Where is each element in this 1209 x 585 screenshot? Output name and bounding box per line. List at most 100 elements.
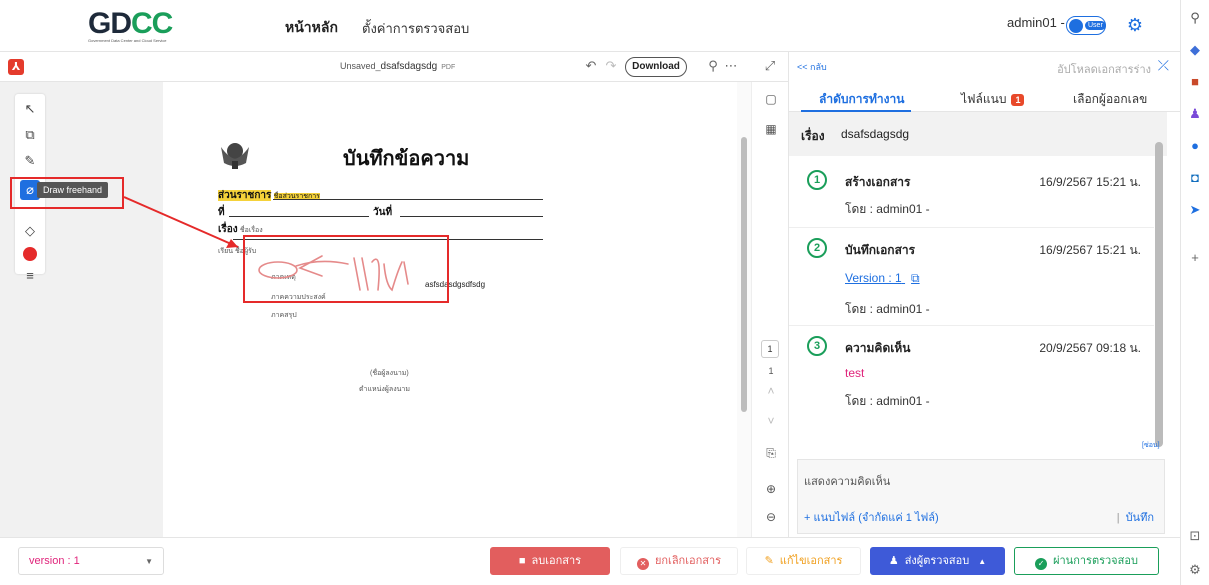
redo-icon[interactable]: ↷	[603, 58, 619, 74]
chevron-down-icon[interactable]: ˅	[762, 412, 780, 430]
comment-box[interactable]: แสดงความคิดเห็น + แนบไฟล์ (จำกัดแค่ 1 ไฟ…	[797, 459, 1165, 534]
doc-name: dsafsdagsdg	[380, 61, 438, 72]
version-link-label: Version : 1	[845, 271, 902, 285]
underline	[229, 216, 369, 217]
attach-file-button[interactable]: + แนบไฟล์ (จำกัดแค่ 1 ไฟล์)	[804, 508, 939, 526]
number-label: ที่	[218, 207, 225, 218]
add-icon[interactable]: +	[1187, 250, 1203, 266]
form-row-department: ส่วนราชการ ชื่อส่วนราชการ	[218, 188, 320, 203]
comment-icon[interactable]: ▢	[762, 90, 780, 108]
step-number: 3	[807, 336, 827, 356]
send-icon[interactable]: ➤	[1187, 202, 1203, 218]
page-settings-icon[interactable]: ⎘	[762, 444, 780, 462]
search-icon[interactable]: ⚲	[1187, 10, 1203, 26]
zoom-out-icon[interactable]: ⊖	[762, 508, 780, 526]
document-page[interactable]: บันทึกข้อความ ส่วนราชการ ชื่อส่วนราชการ …	[163, 82, 737, 537]
gear-icon[interactable]: ⚙	[1125, 15, 1145, 35]
step-by: โดย : admin01 -	[845, 202, 930, 216]
page-scroll-thumb[interactable]	[741, 137, 747, 412]
step-date: 16/9/2567 15:21 น.	[1039, 175, 1141, 189]
search-icon[interactable]: ⚲	[705, 58, 721, 74]
cancel-label: ยกเลิกเอกสาร	[654, 555, 722, 567]
upload-draft-link[interactable]: อัปโหลดเอกสารร่าง	[1057, 60, 1151, 78]
chevron-up-icon: ▲	[978, 557, 987, 566]
logo-text: GDCC	[88, 7, 173, 40]
user-role-toggle[interactable]: User	[1066, 16, 1106, 35]
form-row-date: วันที่	[373, 205, 392, 220]
item-summary: ภาคสรุป	[271, 312, 297, 319]
cancel-icon: ✕	[636, 558, 649, 570]
external-link-icon[interactable]: ⧉	[911, 271, 920, 285]
people-icon[interactable]: ♟	[1187, 106, 1203, 122]
menu-icon[interactable]: ≡	[20, 266, 40, 286]
outlook-icon[interactable]: ◘	[1187, 170, 1203, 186]
grid-icon[interactable]: ▦	[762, 120, 780, 138]
settings-icon[interactable]: ⚙	[1187, 562, 1203, 578]
collapse-icon[interactable]: ⤫	[1158, 57, 1169, 74]
tab-attachments[interactable]: ไฟล์แนบ 1	[961, 90, 1025, 109]
chevron-up-icon[interactable]: ˄	[762, 382, 780, 400]
underline	[273, 199, 543, 200]
garuda-emblem-icon	[221, 143, 249, 169]
eraser-icon[interactable]: ◇	[20, 221, 40, 241]
tab-select-issuer[interactable]: เลือกผู้ออกเลข	[1073, 90, 1147, 109]
step-title: สร้างเอกสาร	[845, 175, 911, 189]
signer-name: (ชื่อผู้ลงนาม)	[370, 370, 409, 377]
step-date: 20/9/2567 09:18 น.	[1039, 341, 1141, 355]
pass-review-button[interactable]: ✓ ผ่านการตรวจสอบ	[1014, 547, 1159, 575]
screenshot-icon[interactable]: ⊡	[1187, 528, 1203, 544]
tools-panel: ↖ ⧉ ✎ ⌀ ◇ ≡ Draw freehand	[0, 82, 163, 537]
attach-file-label: แนบไฟล์ (จำกัดแค่ 1 ไฟล์)	[813, 512, 939, 524]
back-link[interactable]: << กลับ	[797, 60, 827, 74]
select-pointer-icon[interactable]: ↖	[20, 99, 40, 119]
panel-scrollbar[interactable]	[1155, 142, 1163, 447]
pdf-icon: ⅄	[8, 59, 24, 75]
delete-document-button[interactable]: ■ ลบเอกสาร	[490, 547, 610, 575]
version-link[interactable]: Version : 1 ⧉	[845, 271, 920, 286]
divider	[789, 325, 1154, 326]
save-comment-button[interactable]: | บันทึก	[1117, 508, 1154, 526]
zoom-in-icon[interactable]: ⊕	[762, 480, 780, 498]
area-select-icon[interactable]: ⧉	[20, 125, 40, 145]
comment-placeholder[interactable]: แสดงความคิดเห็น	[804, 472, 890, 490]
toggle-knob	[1069, 19, 1083, 33]
annotation-highlight-box	[243, 235, 449, 303]
trash-icon: ■	[518, 555, 526, 567]
step-by: โดย : admin01 -	[845, 394, 930, 408]
copilot-icon[interactable]: ●	[1187, 138, 1203, 154]
date-label: วันที่	[373, 207, 393, 218]
step-date: 16/9/2567 15:21 น.	[1039, 243, 1141, 257]
color-picker-swatch[interactable]	[23, 247, 37, 261]
user-add-icon: ♟	[888, 555, 899, 567]
attachment-count-badge: 1	[1011, 94, 1025, 106]
download-button[interactable]: Download	[625, 57, 687, 77]
edit-document-button[interactable]: ✎ แก้ไขเอกสาร	[746, 547, 861, 575]
page-number-box[interactable]: 1	[761, 340, 779, 358]
step-comment: test	[845, 366, 865, 380]
nav-review-settings[interactable]: ตั้งค่าการตรวจสอบ	[362, 18, 469, 39]
briefcase-icon[interactable]: ■	[1187, 74, 1203, 90]
undo-icon[interactable]: ↶	[583, 58, 599, 74]
more-icon[interactable]: ⋯	[723, 58, 739, 74]
version-select-value: version : 1	[29, 555, 80, 567]
nav-home[interactable]: หน้าหลัก	[285, 17, 338, 54]
divider	[789, 227, 1154, 228]
underline	[400, 216, 543, 217]
user-name: admin01 -	[1007, 15, 1065, 30]
page-scrollbar[interactable]	[737, 82, 751, 537]
step-number: 1	[807, 170, 827, 190]
send-to-reviewer-button[interactable]: ♟ ส่งผู้ตรวจสอบ ▲	[870, 547, 1005, 575]
highlighter-icon[interactable]: ✎	[20, 151, 40, 171]
gdcc-logo[interactable]: GDCC Government Data Center and Cloud Se…	[88, 7, 188, 44]
tab-workflow[interactable]: ลำดับการทำงาน	[819, 90, 904, 109]
doc-ext: PDF	[441, 64, 456, 71]
form-row-number: ที่	[218, 205, 225, 220]
cancel-document-button[interactable]: ✕ ยกเลิกเอกสาร	[620, 547, 738, 575]
panel-tabs: ลำดับการทำงาน ไฟล์แนบ 1 เลือกผู้ออกเลข	[789, 82, 1181, 112]
tag-icon[interactable]: ◆	[1187, 42, 1203, 58]
version-select[interactable]: version : 1 ▼	[18, 547, 164, 575]
expand-icon[interactable]: ⤢	[762, 58, 778, 74]
chevron-down-icon: ▼	[145, 557, 153, 566]
viewer-toolbar: ⅄ Unsaved_dsafsdagsdg PDF ↶ ↷ Download ⚲ …	[0, 52, 788, 82]
hide-link[interactable]: [ซ่อน]	[1142, 440, 1160, 451]
